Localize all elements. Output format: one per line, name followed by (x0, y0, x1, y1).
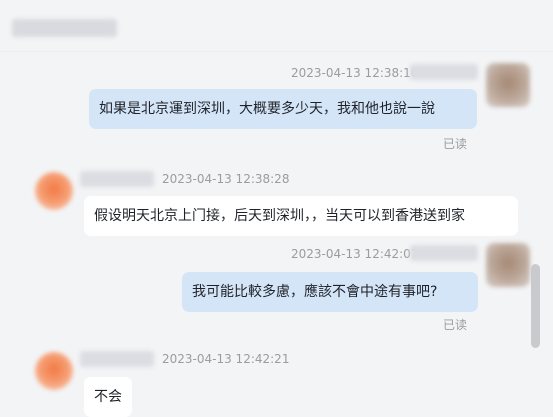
message-text: 如果是北京運到深圳，大概要多少天，我和他也說一說 (99, 101, 435, 117)
message-timestamp: 2023-04-13 12:38:28 (162, 172, 290, 186)
avatar[interactable] (35, 172, 73, 210)
avatar[interactable] (35, 352, 73, 390)
message-bubble-self[interactable]: 如果是北京運到深圳，大概要多少天，我和他也說一說 (89, 89, 477, 129)
sender-name-blurred (80, 351, 154, 367)
message-text: 假设明天北京上门接，后天到深圳，，当天可以到香港送到家 (94, 208, 465, 224)
sender-name-blurred (410, 245, 478, 261)
scrollbar-thumb[interactable] (531, 264, 540, 348)
header-divider (0, 51, 553, 52)
sender-name-blurred (80, 171, 154, 187)
read-status: 已读 (443, 318, 468, 332)
chat-header-title-blurred (12, 19, 117, 37)
message-timestamp: 2023-04-13 12:42:07 (291, 247, 419, 261)
avatar[interactable] (486, 63, 530, 107)
sender-name-blurred (410, 64, 478, 80)
avatar[interactable] (486, 243, 530, 287)
message-bubble-other[interactable]: 不会 (84, 377, 132, 417)
message-bubble-self[interactable]: 我可能比較多慮，應該不會中途有事吧? (182, 272, 478, 312)
message-timestamp: 2023-04-13 12:38:10 (291, 66, 419, 80)
read-status: 已读 (443, 137, 468, 151)
message-timestamp: 2023-04-13 12:42:21 (162, 352, 290, 366)
message-bubble-other[interactable]: 假设明天北京上门接，后天到深圳，，当天可以到香港送到家 (84, 196, 518, 236)
message-text: 我可能比較多慮，應該不會中途有事吧? (192, 284, 438, 300)
message-text: 不会 (94, 389, 122, 405)
